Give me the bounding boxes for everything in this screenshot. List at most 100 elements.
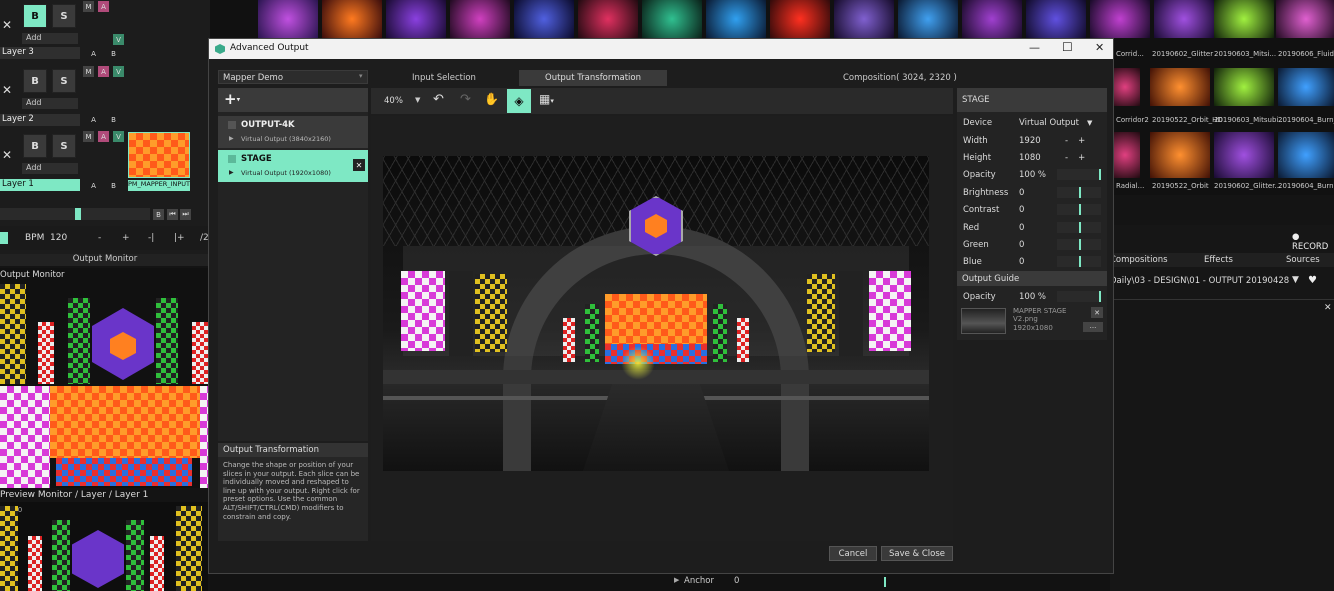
browser-path[interactable]: 20190428 Daily\03 - DESIGN\01 - OUTPUT xyxy=(1110,276,1290,286)
layer2-name[interactable]: Layer 2 xyxy=(0,114,80,126)
width-minus-button[interactable]: - xyxy=(1065,136,1068,146)
expand-arrow-icon[interactable]: ▶ xyxy=(229,135,234,142)
undo-icon[interactable]: ↶ xyxy=(433,92,444,107)
bpm-nudge-up-button[interactable]: |+ xyxy=(174,233,185,243)
maximize-icon[interactable]: ☐ xyxy=(1062,40,1073,54)
output-item-stage[interactable]: STAGE ▶ Virtual Output (1920x1080) ✕ xyxy=(218,150,368,182)
clip-label[interactable]: 20190604_Burn xyxy=(1278,182,1334,190)
height-minus-button[interactable]: - xyxy=(1065,153,1068,163)
width-plus-button[interactable]: + xyxy=(1078,136,1085,146)
green-slider[interactable] xyxy=(1057,239,1101,250)
heart-icon[interactable]: ♥ xyxy=(1308,275,1317,286)
remove-layer-icon[interactable]: ✕ xyxy=(2,83,12,97)
tab-compositions[interactable]: Compositions xyxy=(1110,255,1170,265)
layer2-solo-button[interactable]: S xyxy=(52,69,76,93)
a-toggle[interactable]: A xyxy=(98,66,109,77)
layer1-add-dropdown[interactable]: Add xyxy=(22,163,78,174)
bpm-minus-button[interactable]: - xyxy=(98,233,101,243)
skip-forward-icon[interactable]: ⏭ xyxy=(180,209,191,220)
opacity-slider[interactable] xyxy=(1057,169,1101,180)
dialog-titlebar[interactable]: Advanced Output — ☐ ✕ xyxy=(209,39,1113,59)
layer2-blind-button[interactable]: B xyxy=(23,69,47,93)
hand-tool-icon[interactable]: ✋ xyxy=(484,92,499,106)
skip-back-icon[interactable]: ⏮ xyxy=(167,209,178,220)
clip-label[interactable]: 20190522_Orbit xyxy=(1152,182,1209,190)
close-icon[interactable]: ✕ xyxy=(1095,41,1104,54)
chevron-down-icon[interactable]: ▼ xyxy=(1087,119,1092,127)
tab-output-transformation[interactable]: Output Transformation xyxy=(519,70,667,86)
clip-label[interactable]: 20190603_Mitsubi... xyxy=(1214,116,1285,124)
v-toggle[interactable]: V xyxy=(113,131,124,142)
tab-sources[interactable]: Sources xyxy=(1286,255,1320,265)
clip-thumbnail[interactable] xyxy=(128,132,190,178)
add-output-button[interactable]: +▾ xyxy=(224,90,240,108)
crossfade-a[interactable]: A xyxy=(88,48,99,59)
tab-input-selection[interactable]: Input Selection xyxy=(369,71,519,85)
clip-label[interactable]: PM_MAPPER_INPUT xyxy=(128,180,190,191)
blue-slider[interactable] xyxy=(1057,256,1101,267)
remove-guide-icon[interactable]: ✕ xyxy=(1091,307,1103,318)
clip-label[interactable]: 20190603_Mitsi... xyxy=(1214,50,1276,58)
cancel-button[interactable]: Cancel xyxy=(829,546,877,561)
layer1-blind-button[interactable]: B xyxy=(23,134,47,158)
height-field[interactable]: 1080 xyxy=(1019,153,1063,163)
preset-dropdown[interactable]: Mapper Demo ▾ xyxy=(218,70,368,84)
layer1-solo-button[interactable]: S xyxy=(52,134,76,158)
clip-label[interactable]: 20190606_Fluid xyxy=(1278,50,1334,58)
clip-label[interactable]: 20190602_Glitter xyxy=(1152,50,1213,58)
guide-image-thumbnail[interactable] xyxy=(961,308,1006,334)
mask-toggle[interactable]: M xyxy=(83,66,94,77)
crossfade-b[interactable]: B xyxy=(108,48,119,59)
layer-scrub-bar[interactable] xyxy=(0,208,150,220)
crossfade-b[interactable]: B xyxy=(108,180,119,191)
bpm-value[interactable]: 120 xyxy=(50,233,67,243)
layer1-name[interactable]: Layer 1 xyxy=(0,179,80,191)
grid-icon[interactable]: ▦▾ xyxy=(539,92,554,106)
remove-layer-icon[interactable]: ✕ xyxy=(2,148,12,162)
mask-toggle[interactable]: M xyxy=(83,1,94,12)
crossfade-a[interactable]: A xyxy=(88,114,99,125)
guide-opacity-slider[interactable] xyxy=(1057,291,1101,302)
expand-arrow-icon[interactable]: ▶ xyxy=(674,576,679,584)
tab-effects[interactable]: Effects xyxy=(1204,255,1233,265)
clip-label[interactable]: Radial... xyxy=(1116,182,1144,190)
contrast-slider[interactable] xyxy=(1057,204,1101,215)
clip-label[interactable]: 20190602_Glitter... xyxy=(1214,182,1281,190)
a-toggle[interactable]: A xyxy=(98,1,109,12)
layer3-name[interactable]: Layer 3 xyxy=(0,47,80,59)
bpm-nudge-down-button[interactable]: -| xyxy=(148,233,154,243)
red-slider[interactable] xyxy=(1057,222,1101,233)
layer2-add-dropdown[interactable]: Add xyxy=(22,98,78,109)
expand-arrow-icon[interactable]: ▶ xyxy=(229,169,234,176)
dropdown-arrow-icon[interactable]: ▼ xyxy=(1292,275,1299,285)
clip-label[interactable]: 20190522_Orbit_HD xyxy=(1152,116,1223,124)
stage-render[interactable] xyxy=(383,156,929,471)
crossfade-b[interactable]: B xyxy=(108,114,119,125)
height-plus-button[interactable]: + xyxy=(1078,153,1085,163)
browse-guide-button[interactable]: ... xyxy=(1083,322,1103,332)
v-toggle[interactable]: V xyxy=(113,66,124,77)
remove-output-icon[interactable]: ✕ xyxy=(353,159,365,171)
crossfade-a[interactable]: A xyxy=(88,180,99,191)
mask-toggle[interactable]: M xyxy=(83,131,94,142)
redo-icon[interactable]: ↷ xyxy=(460,92,471,107)
zoom-dropdown[interactable]: 40% ▼ xyxy=(377,93,423,109)
save-close-button[interactable]: Save & Close xyxy=(881,546,953,561)
v-toggle[interactable]: V xyxy=(113,34,124,45)
remove-layer-icon[interactable]: ✕ xyxy=(2,18,12,32)
clip-label[interactable]: Corrid... xyxy=(1116,50,1144,58)
device-dropdown[interactable]: Virtual Output xyxy=(1019,118,1079,128)
layer3-solo-button[interactable]: S xyxy=(52,4,76,28)
clip-label[interactable]: 20190604_Burn_HD xyxy=(1278,116,1334,124)
transform-tool-icon[interactable]: ◈ xyxy=(507,89,531,113)
output-item-output-4k[interactable]: OUTPUT-4K ▶ Virtual Output (3840x2160) xyxy=(218,116,368,148)
close-icon[interactable]: ✕ xyxy=(1324,303,1332,313)
width-field[interactable]: 1920 xyxy=(1019,136,1063,146)
clip-label[interactable]: Corridor2 xyxy=(1116,116,1149,124)
anchor-value[interactable]: 0 xyxy=(734,576,739,586)
minimize-icon[interactable]: — xyxy=(1029,41,1040,54)
stage-canvas[interactable] xyxy=(371,116,953,541)
a-toggle[interactable]: A xyxy=(98,131,109,142)
transport-b[interactable]: B xyxy=(153,209,164,220)
brightness-slider[interactable] xyxy=(1057,187,1101,198)
